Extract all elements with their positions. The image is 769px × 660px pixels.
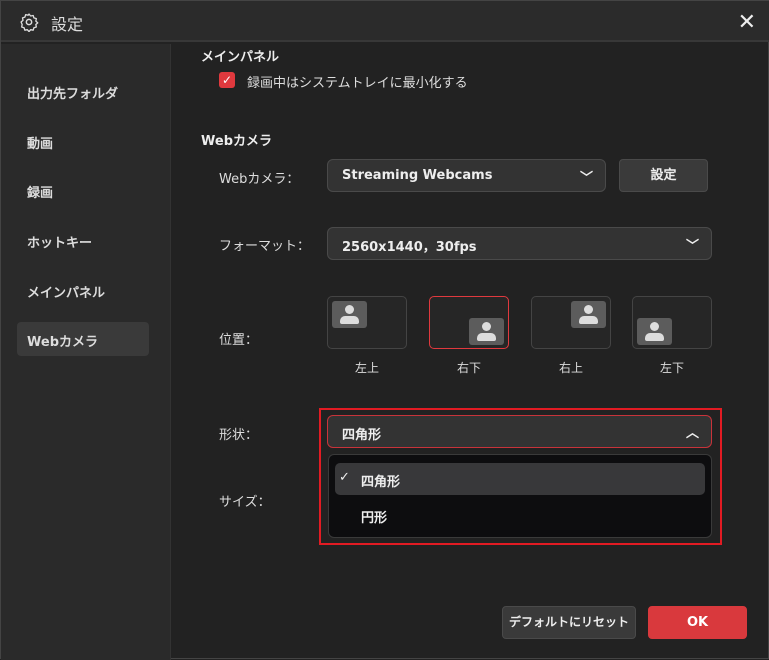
- size-label: サイズ：: [219, 495, 271, 510]
- person-icon: [637, 318, 672, 345]
- sidebar-item-output-folder[interactable]: 出力先フォルダ: [17, 74, 149, 108]
- format-select[interactable]: 2560x1440，30fps ﹀: [327, 227, 712, 260]
- minimize-to-tray-checkbox[interactable]: ✓: [219, 72, 235, 88]
- camera-select[interactable]: Streaming Webcams ﹀: [327, 159, 606, 192]
- shape-select[interactable]: 四角形 ︿: [327, 415, 712, 448]
- shape-dropdown-menu: ✓ 四角形 円形: [328, 454, 712, 538]
- check-icon: ✓: [339, 470, 350, 485]
- shape-option-square[interactable]: ✓ 四角形: [335, 463, 705, 495]
- sidebar: 出力先フォルダ 動画 録画 ホットキー メインパネル Webカメラ: [1, 44, 171, 660]
- person-icon: [469, 318, 504, 345]
- shape-option-label: 四角形: [361, 475, 401, 490]
- close-icon[interactable]: ✕: [738, 10, 756, 35]
- position-label-top-left: 左上: [354, 361, 379, 375]
- sidebar-item-main-panel[interactable]: メインパネル: [17, 273, 149, 307]
- chevron-down-icon: ﹀: [685, 239, 699, 254]
- sidebar-item-webcam[interactable]: Webカメラ: [17, 322, 149, 356]
- gear-icon: [20, 13, 39, 32]
- title-bar: 設定 ✕: [1, 1, 769, 42]
- format-value: 2560x1440，30fps: [342, 240, 477, 255]
- camera-label: Webカメラ：: [219, 172, 300, 187]
- shape-option-circle[interactable]: 円形: [335, 499, 705, 531]
- camera-value: Streaming Webcams: [342, 168, 493, 183]
- webcam-heading: Webカメラ: [201, 134, 272, 149]
- shape-label: 形状：: [219, 428, 259, 443]
- minimize-to-tray-label: 録画中はシステムトレイに最小化する: [247, 76, 468, 91]
- main-panel-heading: メインパネル: [201, 50, 280, 65]
- position-top-right[interactable]: [531, 296, 611, 349]
- chevron-down-icon: ﹀: [579, 171, 593, 186]
- format-label: フォーマット：: [219, 239, 311, 254]
- position-bottom-left[interactable]: [632, 296, 712, 349]
- chevron-up-icon: ︿: [685, 426, 699, 441]
- position-label-bottom-right: 右下: [456, 361, 481, 375]
- shape-option-label: 円形: [361, 511, 388, 526]
- sidebar-item-video[interactable]: 動画: [17, 124, 149, 158]
- sidebar-item-recording[interactable]: 録画: [17, 173, 149, 207]
- ok-button[interactable]: OK: [648, 606, 747, 639]
- sidebar-item-hotkey[interactable]: ホットキー: [17, 223, 149, 257]
- position-bottom-right[interactable]: [429, 296, 509, 349]
- camera-settings-button[interactable]: 設定: [619, 159, 708, 192]
- reset-defaults-button[interactable]: デフォルトにリセット: [502, 606, 636, 639]
- position-top-left[interactable]: [327, 296, 407, 349]
- window-title: 設定: [51, 15, 84, 34]
- shape-value: 四角形: [342, 428, 382, 443]
- position-label: 位置：: [219, 333, 259, 348]
- position-label-bottom-left: 左下: [659, 361, 684, 375]
- person-icon: [332, 301, 367, 328]
- person-icon: [571, 301, 606, 328]
- position-label-top-right: 右上: [558, 361, 583, 375]
